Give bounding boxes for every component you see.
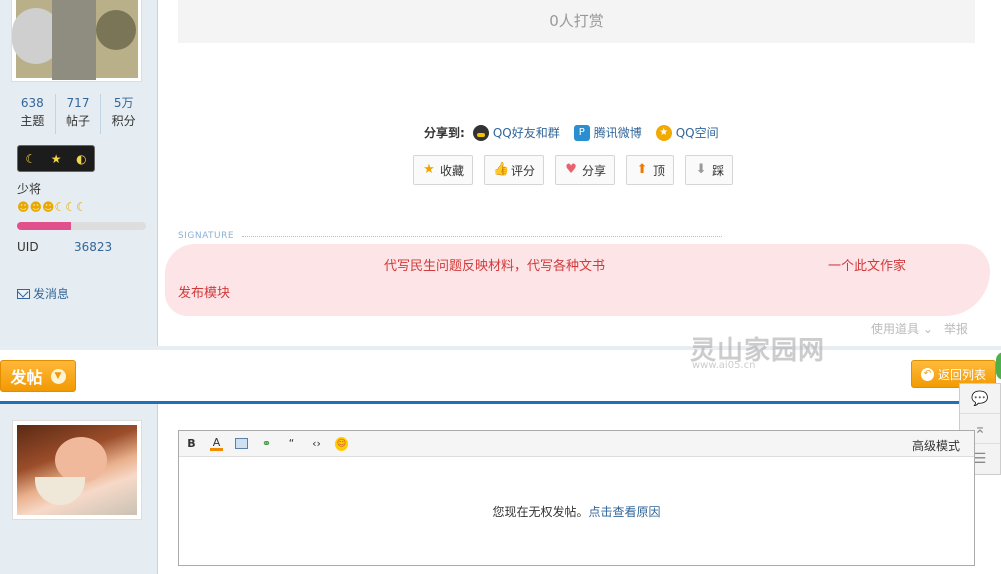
- report-link[interactable]: 举报: [944, 320, 968, 337]
- share-qq-friends-label: QQ好友和群: [492, 126, 560, 140]
- image-icon[interactable]: [235, 438, 248, 449]
- editor-body[interactable]: 您现在无权发帖。 点击查看原因: [179, 457, 974, 565]
- arrow-down-icon: ⬇: [695, 162, 707, 177]
- share-button[interactable]: ♥ 分享: [555, 155, 616, 185]
- level-icons: ☻☻☻☾☾☾: [17, 200, 87, 214]
- send-message-label: 发消息: [33, 287, 70, 301]
- share-tencent-weibo-label: 腾讯微博: [593, 126, 642, 140]
- stat-topics-label: 主题: [20, 114, 45, 128]
- upvote-button[interactable]: ⬆ 顶: [626, 155, 675, 185]
- level-progress-bar: [17, 222, 146, 230]
- signature-text: 代写民生问题反映材料，代写各种文书: [384, 259, 606, 274]
- stat-posts-count[interactable]: 717: [56, 94, 101, 112]
- current-user-avatar[interactable]: [12, 420, 142, 520]
- qq-icon: [472, 124, 489, 141]
- send-message-link[interactable]: 发消息: [17, 285, 69, 302]
- user-stats: 638 主题 717 帖子 5万 积分: [10, 94, 146, 134]
- user-avatar[interactable]: [11, 0, 142, 82]
- new-post-label: 发帖: [10, 368, 43, 387]
- tencent-weibo-icon: P: [573, 124, 590, 141]
- level-progress-fill: [17, 222, 72, 230]
- back-to-list-label: 返回列表: [937, 367, 986, 382]
- stat-points[interactable]: 5万 积分: [100, 94, 146, 134]
- chevron-down-icon: ⌄: [922, 322, 933, 336]
- quote-icon[interactable]: “: [285, 437, 298, 451]
- signature-divider: [242, 236, 722, 237]
- share-qq-friends[interactable]: QQ好友和群: [472, 124, 560, 141]
- use-tools-label: 使用道具: [871, 322, 920, 336]
- uid-value[interactable]: 36823: [74, 240, 112, 254]
- share-label-btn: 分享: [582, 163, 607, 178]
- reply-editor: B A ⚭ “ ‹› ☺ 高级模式 您现在无权发帖。 点击查看原因: [178, 430, 975, 566]
- signature-text-2: 发布模块: [178, 286, 231, 301]
- uid-label: UID: [17, 240, 39, 254]
- stat-posts-label: 帖子: [66, 114, 91, 128]
- share-qzone-label: QQ空间: [675, 126, 719, 140]
- editor-toolbar: B A ⚭ “ ‹› ☺ 高级模式: [179, 431, 974, 457]
- chevron-down-icon: ▼: [50, 368, 66, 384]
- heart-icon: ♥: [565, 162, 577, 177]
- stat-points-count[interactable]: 5万: [101, 94, 146, 112]
- rate-button[interactable]: 👍 评分: [484, 155, 545, 185]
- stat-points-label: 积分: [111, 114, 136, 128]
- signature-label: SIGNATURE: [178, 231, 235, 241]
- post-divider-band: [0, 346, 1001, 404]
- share-bar: 分享到: QQ好友和群 P 腾讯微博 ★ QQ空间: [424, 124, 727, 141]
- thumbs-up-icon: 👍: [493, 162, 510, 177]
- star-icon: ★: [423, 162, 435, 177]
- upvote-label: 顶: [653, 163, 666, 178]
- favorite-label: 收藏: [440, 163, 465, 178]
- stat-topics[interactable]: 638 主题: [10, 94, 55, 134]
- site-watermark-url: www.ai05.cn: [692, 360, 756, 371]
- downvote-button[interactable]: ⬇ 踩: [685, 155, 734, 185]
- post-action-buttons: ★ 收藏 👍 评分 ♥ 分享 ⬆ 顶 ⬇ 踩: [413, 155, 734, 185]
- advanced-mode-link[interactable]: 高级模式: [912, 437, 960, 454]
- font-color-icon[interactable]: A: [210, 437, 223, 451]
- downvote-label: 踩: [712, 163, 725, 178]
- see-reason-link[interactable]: 点击查看原因: [589, 503, 661, 520]
- mail-icon: [17, 288, 30, 299]
- code-icon[interactable]: ‹›: [310, 437, 323, 451]
- link-icon[interactable]: ⚭: [260, 437, 273, 451]
- qzone-icon: ★: [655, 124, 672, 141]
- signature-text-3: 一个此文作家: [828, 259, 907, 274]
- smiley-icon[interactable]: ☺: [335, 436, 348, 451]
- rank-insignia-icon: ☾ ★ ◐: [17, 145, 95, 172]
- share-qzone[interactable]: ★ QQ空间: [655, 124, 719, 141]
- stat-topics-count[interactable]: 638: [10, 94, 55, 112]
- comment-icon[interactable]: 💬: [960, 384, 1000, 414]
- share-tencent-weibo[interactable]: P 腾讯微博: [573, 124, 642, 141]
- new-post-button[interactable]: 发帖 ▼: [0, 360, 76, 392]
- rate-label: 评分: [511, 163, 536, 178]
- reward-count[interactable]: 0人打赏: [178, 0, 975, 43]
- side-tab-handle[interactable]: [996, 352, 1001, 380]
- use-tools-menu[interactable]: 使用道具 ⌄: [871, 320, 933, 337]
- rank-name: 少将: [17, 182, 42, 196]
- stat-posts[interactable]: 717 帖子: [54, 94, 101, 134]
- favorite-button[interactable]: ★ 收藏: [413, 155, 474, 185]
- return-icon: ↶: [920, 367, 934, 381]
- arrow-up-icon: ⬆: [636, 162, 648, 177]
- share-label: 分享到:: [424, 126, 465, 140]
- no-permission-text: 您现在无权发帖。: [492, 504, 589, 519]
- bold-icon[interactable]: B: [185, 437, 198, 451]
